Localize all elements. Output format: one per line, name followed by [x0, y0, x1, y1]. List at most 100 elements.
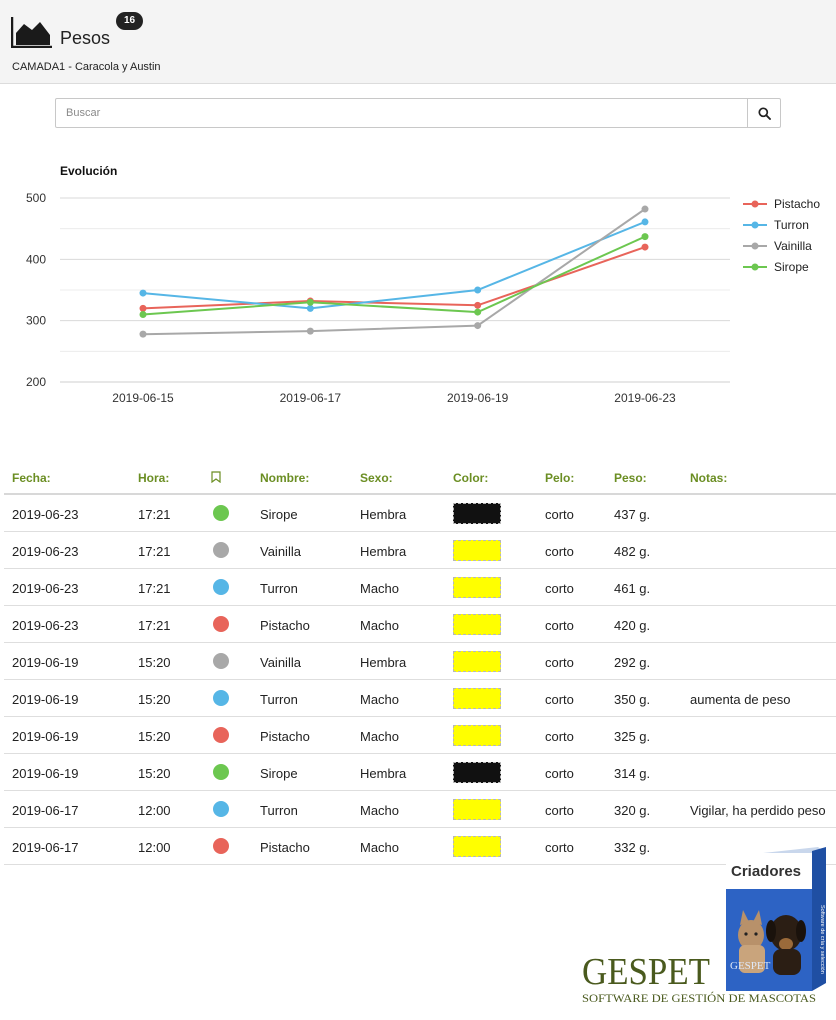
cell-hora: 12:00: [138, 840, 171, 855]
table-row[interactable]: 2019-06-23 17:21 Sirope Hembra corto 437 g.: [4, 495, 836, 532]
cell-peso: 292 g.: [614, 655, 651, 670]
box-brand: GESPET: [730, 960, 771, 972]
cell-sexo: Hembra: [360, 766, 407, 781]
header-nombre[interactable]: Nombre:: [260, 471, 309, 485]
cell-nombre: Turron: [260, 692, 298, 707]
table-row[interactable]: 2019-06-23 17:21 Turron Macho corto 461 g.: [4, 569, 836, 606]
cell-pelo: corto: [545, 655, 574, 670]
cell-hora: 12:00: [138, 803, 171, 818]
cell-fecha: 2019-06-23: [12, 544, 79, 559]
data-point-turron[interactable]: [474, 286, 482, 294]
data-point-turron[interactable]: [139, 289, 147, 297]
cell-fecha: 2019-06-23: [12, 507, 79, 522]
cell-sexo: Hembra: [360, 655, 407, 670]
legend-label[interactable]: Pistacho: [774, 197, 820, 211]
cell-nombre: Vainilla: [260, 655, 301, 670]
legend-marker: [751, 242, 759, 250]
cell-hora: 17:21: [138, 618, 171, 633]
header-hora[interactable]: Hora:: [138, 471, 169, 485]
cell-nombre: Pistacho: [260, 729, 310, 744]
series-color-dot: [213, 838, 229, 854]
table-row[interactable]: 2019-06-23 17:21 Pistacho Macho corto 420 g.: [4, 606, 836, 643]
data-point-vainilla[interactable]: [306, 327, 314, 335]
data-point-pistacho[interactable]: [641, 243, 649, 251]
data-point-pistacho[interactable]: [139, 304, 147, 312]
bookmark-icon[interactable]: [211, 471, 221, 483]
legend-label[interactable]: Turron: [774, 218, 809, 232]
cell-peso: 325 g.: [614, 729, 651, 744]
cell-nombre: Sirope: [260, 507, 298, 522]
series-color-dot: [213, 801, 229, 817]
table-row[interactable]: 2019-06-19 15:20 Vainilla Hembra corto 292 g.: [4, 643, 836, 680]
search-input[interactable]: [56, 99, 748, 127]
data-point-turron[interactable]: [306, 304, 314, 312]
header-sexo[interactable]: Sexo:: [360, 471, 393, 485]
cell-sexo: Macho: [360, 840, 400, 855]
cell-fecha: 2019-06-17: [12, 840, 79, 855]
table-row[interactable]: 2019-06-19 15:20 Sirope Hembra corto 314 g.: [4, 754, 836, 791]
cell-pelo: corto: [545, 840, 574, 855]
table-row[interactable]: 2019-06-19 15:20 Turron Macho corto 350 g. aum…: [4, 680, 836, 717]
data-point-pistacho[interactable]: [474, 301, 482, 309]
cell-nombre: Pistacho: [260, 840, 310, 855]
header-color[interactable]: Color:: [453, 471, 488, 485]
page-title: Pesos: [60, 28, 111, 48]
x-tick-label: 2019-06-15: [112, 391, 174, 405]
series-color-dot: [213, 653, 229, 669]
color-swatch: [453, 614, 501, 635]
area-chart-icon: [11, 17, 52, 48]
product-box-image: Criadores GESPET Software de cría y sele…: [726, 847, 826, 991]
header-pelo[interactable]: Pelo:: [545, 471, 574, 485]
search-button[interactable]: [747, 99, 780, 127]
table-header: Fecha: Hora: Nombre: Sexo: Color: Pelo: …: [4, 459, 836, 495]
weight-evolution-chart: Evolución 200 300 400 500 2019-06-15 2019-06…: [0, 150, 836, 420]
series-line-turron[interactable]: [142, 220, 646, 310]
cell-sexo: Macho: [360, 803, 400, 818]
cell-pelo: corto: [545, 766, 574, 781]
gespet-promo[interactable]: Criadores GESPET Software de cría y sele…: [580, 845, 836, 1020]
color-swatch: [453, 836, 501, 857]
header-fecha[interactable]: Fecha:: [12, 471, 51, 485]
gespet-promo-graphic: Criadores GESPET Software de cría y sele…: [582, 847, 826, 1005]
data-point-sirope[interactable]: [306, 298, 314, 306]
data-point-vainilla[interactable]: [139, 330, 147, 338]
y-tick-label: 500: [26, 191, 46, 205]
table-row[interactable]: 2019-06-17 12:00 Turron Macho corto 320 g. Vig…: [4, 791, 836, 828]
series-color-dot: [213, 616, 229, 632]
count-badge: 16: [116, 12, 143, 30]
cell-pelo: corto: [545, 803, 574, 818]
series-color-dot: [213, 505, 229, 521]
data-point-sirope[interactable]: [474, 308, 482, 316]
data-point-vainilla[interactable]: [641, 205, 649, 213]
cell-peso: 482 g.: [614, 544, 651, 559]
box-side-text: Software de cría y selección: [819, 905, 825, 974]
color-swatch: [453, 762, 501, 783]
data-point-vainilla[interactable]: [474, 322, 482, 330]
data-point-sirope[interactable]: [641, 233, 649, 241]
table-row[interactable]: 2019-06-23 17:21 Vainilla Hembra corto 482 g.: [4, 532, 836, 569]
table-row[interactable]: 2019-06-19 15:20 Pistacho Macho corto 325 g.: [4, 717, 836, 754]
cell-nombre: Turron: [260, 803, 298, 818]
data-point-turron[interactable]: [641, 218, 649, 226]
header-notas[interactable]: Notas:: [690, 471, 727, 485]
y-tick-label: 400: [26, 252, 46, 266]
cell-peso: 350 g.: [614, 692, 651, 707]
data-point-sirope[interactable]: [139, 311, 147, 319]
table-body: 2019-06-23 17:21 Sirope Hembra corto 437 g. 20…: [4, 495, 836, 865]
page-header: Pesos 16 CAMADA1 - Caracola y Austin: [0, 0, 836, 84]
chart-title: Evolución: [60, 164, 117, 178]
cell-sexo: Macho: [360, 618, 400, 633]
y-tick-label: 300: [26, 314, 46, 328]
cell-pelo: corto: [545, 544, 574, 559]
cell-hora: 17:21: [138, 544, 171, 559]
header-peso[interactable]: Peso:: [614, 471, 647, 485]
gespet-tagline: SOFTWARE DE GESTIÓN DE MASCOTAS: [582, 991, 816, 1005]
series-color-dot: [213, 690, 229, 706]
legend-label[interactable]: Vainilla: [774, 239, 812, 253]
color-swatch: [453, 651, 501, 672]
legend-label[interactable]: Sirope: [774, 260, 809, 274]
series-color-dot: [213, 542, 229, 558]
y-tick-label: 200: [26, 375, 46, 389]
cell-sexo: Hembra: [360, 507, 407, 522]
cell-fecha: 2019-06-23: [12, 618, 79, 633]
